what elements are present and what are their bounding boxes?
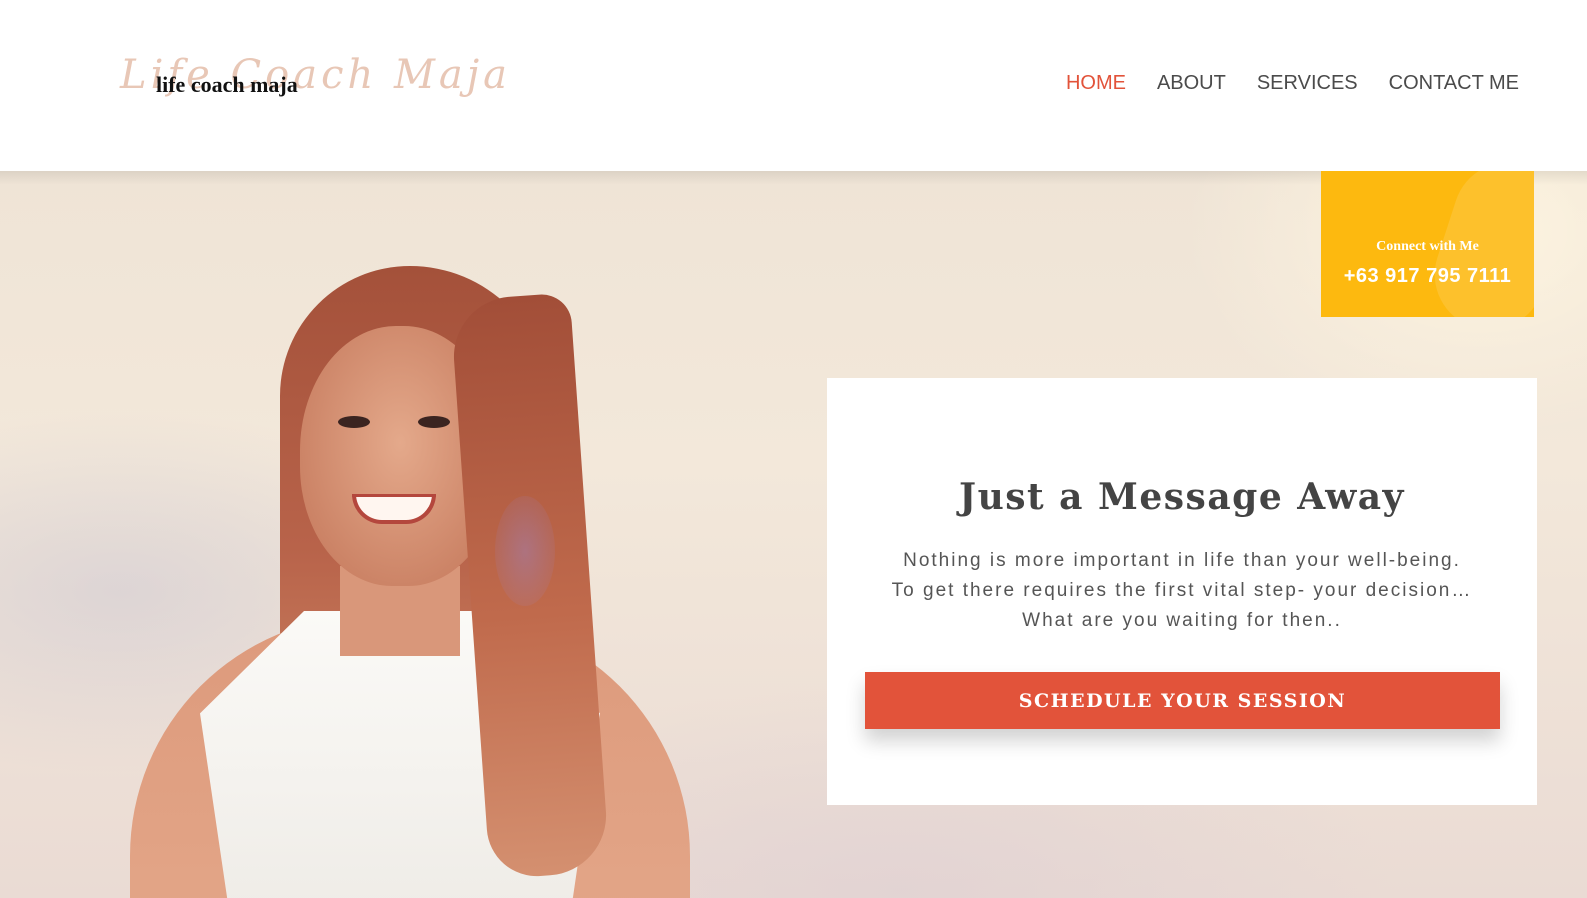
- site-header: Life Coach Maja life coach maja HOME ABO…: [0, 0, 1587, 171]
- site-logo[interactable]: Life Coach Maja life coach maja: [120, 52, 507, 118]
- logo-text: life coach maja: [156, 72, 298, 97]
- nav-item-about[interactable]: ABOUT: [1157, 72, 1226, 95]
- coach-portrait-image: [100, 266, 720, 898]
- connect-phone-badge[interactable]: Connect with Me +63 917 795 7111: [1321, 171, 1534, 317]
- card-title: Just a Message Away: [959, 476, 1405, 518]
- portrait-eye-left: [338, 416, 370, 428]
- main-nav: HOME ABOUT SERVICES CONTACT ME: [1066, 72, 1519, 95]
- card-body-line: What are you waiting for then..: [1022, 610, 1342, 631]
- connect-phone-number: +63 917 795 7111: [1343, 265, 1512, 287]
- portrait-eye-right: [418, 416, 450, 428]
- message-card: Just a Message Away Nothing is more impo…: [827, 378, 1537, 805]
- connect-title: Connect with Me: [1376, 239, 1479, 254]
- nav-item-home[interactable]: HOME: [1066, 72, 1126, 95]
- nav-item-services[interactable]: SERVICES: [1257, 72, 1358, 95]
- card-body-line: To get there requires the first vital st…: [891, 580, 1473, 601]
- nav-item-contact-me[interactable]: CONTACT ME: [1389, 72, 1519, 95]
- lens-flare: [495, 496, 555, 606]
- schedule-session-button[interactable]: SCHEDULE YOUR SESSION: [865, 672, 1500, 729]
- card-body: Nothing is more important in life than y…: [847, 546, 1517, 636]
- card-body-line: Nothing is more important in life than y…: [903, 550, 1461, 571]
